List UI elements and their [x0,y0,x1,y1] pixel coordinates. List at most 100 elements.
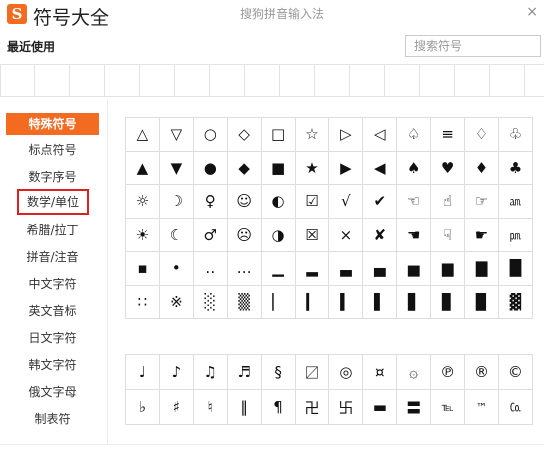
symbol-cell[interactable]: ☝ [431,185,466,219]
category-item[interactable]: 中文字符 [6,273,99,295]
symbol-cell[interactable]: ✔ [363,185,398,219]
symbol-cell[interactable]: ▒ [227,285,262,319]
symbol-cell[interactable]: ※ [159,285,194,319]
symbol-cell[interactable]: ㏘ [498,218,533,252]
symbol-cell[interactable]: ☼ [126,185,160,219]
symbol-cell[interactable]: ▅ [397,252,432,286]
recent-symbol-slot[interactable] [455,65,490,96]
symbol-cell[interactable]: ▲ [126,151,160,185]
symbol-cell[interactable]: ¶ [261,390,296,425]
category-item[interactable]: 俄文字母 [6,381,99,403]
recent-symbol-slot[interactable] [140,65,175,96]
symbol-cell[interactable]: ■ [261,151,296,185]
symbol-cell[interactable]: ♪ [159,355,194,390]
symbol-cell[interactable]: ♢ [465,118,499,152]
symbol-cell[interactable]: ▽ [159,118,194,152]
symbol-cell[interactable]: ♯ [159,390,194,425]
symbol-cell[interactable]: 〼 [295,355,330,390]
close-button[interactable]: × [526,4,538,20]
symbol-cell[interactable]: ‥ [193,252,228,286]
symbol-cell[interactable]: ☞ [465,185,499,219]
symbol-cell[interactable]: △ [126,118,160,152]
category-item[interactable]: 希腊/拉丁 [6,219,99,241]
symbol-cell[interactable]: • [159,252,194,286]
symbol-cell[interactable]: ℡ [431,390,466,425]
category-item[interactable]: 标点符号 [6,139,99,161]
symbol-cell[interactable]: … [227,252,262,286]
symbol-cell[interactable]: ▂ [295,252,330,286]
recent-symbol-slot[interactable] [210,65,245,96]
symbol-cell[interactable]: © [498,355,533,390]
symbol-cell[interactable]: ♦ [465,151,499,185]
category-item[interactable]: 英文音标 [6,300,99,322]
recent-symbol-slot[interactable] [105,65,140,96]
symbol-cell[interactable]: ♮ [193,390,228,425]
symbol-cell[interactable]: ♤ [397,118,432,152]
category-item[interactable]: 数学/单位 [17,189,89,215]
symbol-cell[interactable]: ◁ [363,118,398,152]
symbol-cell[interactable]: ◆ [227,151,262,185]
symbol-cell[interactable]: ☽ [159,185,194,219]
symbol-cell[interactable]: 卐 [329,390,364,425]
symbol-cell[interactable]: ۞ [397,355,432,390]
symbol-cell[interactable]: ▏ [261,285,296,319]
symbol-cell[interactable]: ▋ [397,285,432,319]
symbol-cell[interactable]: ‖ [227,390,262,425]
symbol-cell[interactable]: ℗ [431,355,466,390]
symbol-cell[interactable]: ☺ [227,185,262,219]
symbol-cell[interactable]: ☑ [295,185,330,219]
symbol-cell[interactable]: ¤ [363,355,398,390]
symbol-cell[interactable]: ▁ [261,252,296,286]
recent-symbol-slot[interactable] [245,65,280,96]
recent-symbol-slot[interactable] [0,65,35,96]
symbol-cell[interactable]: ▼ [159,151,194,185]
symbol-cell[interactable]: ▷ [329,118,364,152]
symbol-cell[interactable]: ∷ [126,285,160,319]
symbol-cell[interactable]: ☟ [431,218,466,252]
symbol-cell[interactable]: ░ [193,285,228,319]
symbol-cell[interactable]: ♫ [193,355,228,390]
symbol-cell[interactable]: ♥ [431,151,466,185]
symbol-cell[interactable]: 卍 [295,390,330,425]
category-item[interactable]: 数字序号 [6,166,99,188]
symbol-cell[interactable]: ☛ [465,218,499,252]
symbol-cell[interactable]: ™ [465,390,499,425]
symbol-cell[interactable]: ♩ [126,355,160,390]
symbol-cell[interactable]: ☾ [159,218,194,252]
symbol-search-input[interactable] [405,35,541,57]
category-item[interactable]: 特殊符号 [6,113,99,135]
symbol-cell[interactable]: ▬ [363,390,398,425]
symbol-cell[interactable]: ▎ [295,285,330,319]
symbol-cell[interactable]: ☒ [295,218,330,252]
symbol-cell[interactable]: ♬ [227,355,262,390]
symbol-cell[interactable]: ▇ [465,252,499,286]
symbol-cell[interactable]: ♧ [498,118,533,152]
symbol-cell[interactable]: § [261,355,296,390]
symbol-cell[interactable]: ♀ [193,185,228,219]
symbol-cell[interactable]: ㏇ [498,390,533,425]
symbol-cell[interactable]: ▶ [329,151,364,185]
symbol-cell[interactable]: ☹ [227,218,262,252]
symbol-cell[interactable]: ▄ [363,252,398,286]
symbol-cell[interactable]: ◑ [261,218,296,252]
symbol-cell[interactable]: ☀ [126,218,160,252]
symbol-cell[interactable]: ◐ [261,185,296,219]
recent-symbol-slot[interactable] [175,65,210,96]
recent-symbol-slot[interactable] [350,65,385,96]
symbol-cell[interactable]: ▓ [498,285,533,319]
symbol-cell[interactable]: ▌ [363,285,398,319]
symbol-cell[interactable]: ㏂ [498,185,533,219]
symbol-cell[interactable]: ◀ [363,151,398,185]
recent-symbol-slot[interactable] [315,65,350,96]
symbol-cell[interactable]: ▪ [126,252,160,286]
symbol-cell[interactable]: ○ [193,118,228,152]
symbol-cell[interactable]: ◇ [227,118,262,152]
recent-symbol-slot[interactable] [70,65,105,96]
symbol-cell[interactable]: ♂ [193,218,228,252]
symbol-cell[interactable]: □ [261,118,296,152]
category-item[interactable]: 日文字符 [6,327,99,349]
symbol-cell[interactable]: ▉ [465,285,499,319]
recent-symbol-slot[interactable] [35,65,70,96]
symbol-cell[interactable]: √ [329,185,364,219]
symbol-cell[interactable]: ☜ [397,185,432,219]
